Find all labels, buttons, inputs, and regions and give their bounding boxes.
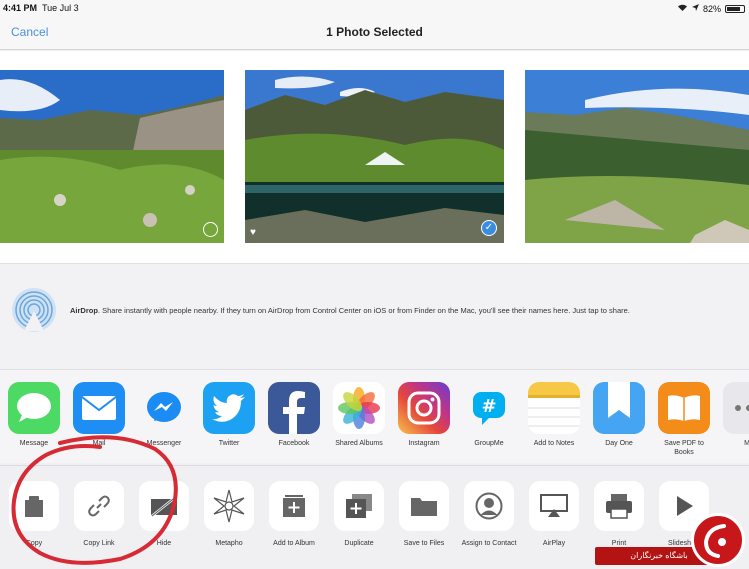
photos-icon[interactable] (333, 382, 385, 434)
duplicate-icon[interactable] (334, 481, 384, 531)
action-label: Add to Album (273, 540, 315, 547)
app-label: Messenger (146, 440, 182, 447)
photo-thumbnail[interactable] (0, 70, 224, 243)
nav-bar: Cancel 1 Photo Selected (0, 16, 749, 50)
selection-circle-icon[interactable] (203, 222, 218, 237)
messages-icon[interactable] (8, 382, 60, 434)
svg-text:#: # (481, 396, 496, 417)
action-label: Assign to Contact (461, 540, 517, 547)
contact-icon[interactable] (464, 481, 514, 531)
favorite-heart-icon: ♥ (250, 227, 256, 238)
action-copy[interactable]: Copy (3, 481, 65, 548)
share-app-mail[interactable]: Mail (70, 382, 128, 448)
photo-thumbnail[interactable] (525, 70, 749, 243)
metapho-icon[interactable] (204, 481, 254, 531)
status-time: 4:41 PM (3, 3, 38, 13)
share-app-day-one[interactable]: Day One (590, 382, 648, 448)
share-app-notes[interactable]: Add to Notes (525, 382, 583, 448)
copy-icon[interactable] (9, 481, 59, 531)
instagram-icon[interactable] (398, 382, 450, 434)
photo-strip[interactable]: ♥ ✓ (0, 51, 749, 263)
action-label: Duplicate (344, 540, 374, 547)
status-date: Tue Jul 3 (42, 3, 79, 13)
share-app-more[interactable]: Mo (720, 382, 749, 448)
airdrop-section: AirDrop. Share instantly with people nea… (0, 263, 749, 369)
share-app-message[interactable]: Message (5, 382, 63, 448)
app-label: Day One (605, 440, 633, 447)
app-label: Instagram (408, 440, 440, 447)
share-app-messenger[interactable]: Messenger (135, 382, 193, 448)
action-duplicate[interactable]: Duplicate (328, 481, 390, 548)
watermark-logo-icon (691, 513, 745, 567)
app-label: Save PDF to Books (664, 440, 704, 456)
share-app-facebook[interactable]: Facebook (265, 382, 323, 448)
action-save-to-files[interactable]: Save to Files (393, 481, 455, 548)
app-label: Mail (92, 440, 106, 447)
action-label: Metapho (215, 540, 243, 547)
hide-icon[interactable] (139, 481, 189, 531)
action-label: AirPlay (542, 540, 566, 547)
airdrop-description: AirDrop. Share instantly with people nea… (70, 306, 630, 315)
share-apps-row[interactable]: Message Mail Messenger Twitter Facebook (0, 369, 749, 463)
app-label: Mo (744, 440, 749, 447)
page-title: 1 Photo Selected (326, 25, 423, 39)
books-icon[interactable] (658, 382, 710, 434)
app-label: Shared Albums (335, 440, 383, 447)
app-label: Facebook (278, 440, 310, 447)
airdrop-text: . Share instantly with people nearby. If… (97, 306, 630, 315)
link-icon[interactable] (74, 481, 124, 531)
action-label: Copy (25, 540, 43, 547)
battery-percent: 82% (702, 3, 721, 14)
photo-thumbnail-selected[interactable]: ♥ ✓ (245, 70, 504, 243)
app-label: Add to Notes (533, 440, 575, 447)
app-label: Twitter (218, 440, 240, 447)
status-bar: 4:41 PM Tue Jul 3 82% (0, 0, 749, 16)
share-app-twitter[interactable]: Twitter (200, 382, 258, 448)
action-metapho[interactable]: Metapho (198, 481, 260, 548)
share-app-groupme[interactable]: # GroupMe (460, 382, 518, 448)
action-label: Hide (156, 540, 172, 547)
selected-checkmark-icon[interactable]: ✓ (481, 220, 497, 236)
airdrop-title: AirDrop (70, 306, 98, 315)
folder-icon[interactable] (399, 481, 449, 531)
action-label: Copy Link (83, 540, 115, 547)
groupme-icon[interactable]: # (463, 382, 515, 434)
wifi-icon (677, 3, 688, 14)
notes-icon[interactable] (528, 382, 580, 434)
action-hide[interactable]: Hide (133, 481, 195, 548)
share-app-books[interactable]: Save PDF to Books (655, 382, 713, 457)
app-label: GroupMe (474, 440, 504, 447)
day-one-icon[interactable] (593, 382, 645, 434)
add-to-album-icon[interactable] (269, 481, 319, 531)
location-icon (691, 3, 699, 14)
airplay-icon[interactable] (529, 481, 579, 531)
action-assign-to-contact[interactable]: Assign to Contact (458, 481, 520, 548)
share-app-instagram[interactable]: Instagram (395, 382, 453, 448)
app-label: Message (19, 440, 49, 447)
action-airplay[interactable]: AirPlay (523, 481, 585, 548)
twitter-icon[interactable] (203, 382, 255, 434)
status-indicators: 82% (677, 3, 745, 14)
battery-icon (725, 4, 745, 13)
action-add-to-album[interactable]: Add to Album (263, 481, 325, 548)
more-icon[interactable] (723, 382, 749, 434)
action-label: Save to Files (403, 540, 445, 547)
airdrop-icon[interactable] (11, 287, 57, 333)
action-copy-link[interactable]: Copy Link (68, 481, 130, 548)
share-app-shared-albums[interactable]: Shared Albums (330, 382, 388, 448)
mail-icon[interactable] (73, 382, 125, 434)
facebook-icon[interactable] (268, 382, 320, 434)
messenger-icon[interactable] (138, 382, 190, 434)
watermark: باشگاه خبرنگاران (579, 509, 749, 569)
